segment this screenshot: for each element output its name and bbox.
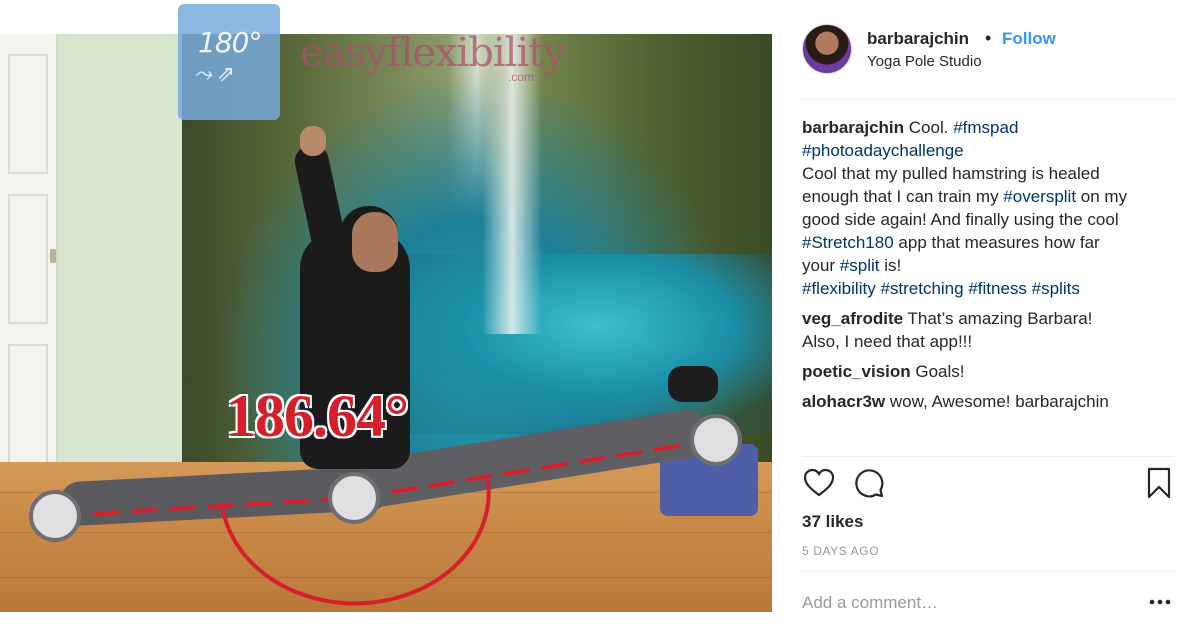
hashtag-link[interactable]: #stretching: [880, 279, 963, 298]
likes-count[interactable]: 37 likes: [802, 512, 863, 532]
divider: [802, 456, 1174, 457]
logo-text: 180°: [198, 26, 262, 59]
measure-point-left: [29, 490, 81, 542]
hashtag-link[interactable]: #split: [840, 256, 880, 275]
caption-line: good side again! And finally using the c…: [802, 208, 1182, 231]
comment-text: That’s amazing Barbara!: [907, 309, 1093, 328]
follow-button[interactable]: Follow: [1002, 29, 1056, 49]
measure-point-center: [328, 472, 380, 524]
comment-line: poetic_vision Goals!: [802, 360, 1182, 383]
divider: [802, 99, 1174, 100]
caption-line: barbarajchin Cool. #fmspad: [802, 116, 1182, 139]
caption-line: your #split is!: [802, 254, 1182, 277]
hashtag-link[interactable]: #splits: [1032, 279, 1080, 298]
hashtag-link[interactable]: #photoadaychallenge: [802, 141, 964, 160]
comment-item: veg_afrodite That’s amazing Barbara! Also…: [802, 307, 1182, 353]
caption-text: Cool.: [908, 118, 954, 137]
more-options-icon[interactable]: [1148, 592, 1172, 612]
caption-line: #photoadaychallenge: [802, 139, 1182, 162]
add-comment-input[interactable]: [802, 590, 1132, 616]
heart-icon[interactable]: [802, 466, 836, 500]
caption-text: your: [802, 256, 840, 275]
caption-text: Cool that my pulled hamstring is healed: [802, 164, 1100, 183]
post-sidebar: barbarajchin • Follow Yoga Pole Studio b…: [772, 0, 1200, 638]
caption-text: is!: [879, 256, 902, 275]
caption-line: Cool that my pulled hamstring is healed: [802, 162, 1182, 185]
comment-line: veg_afrodite That’s amazing Barbara!: [802, 307, 1182, 330]
angle-lines: [55, 438, 717, 606]
comment-icon[interactable]: [852, 466, 886, 500]
post-date[interactable]: 5 DAYS AGO: [802, 544, 879, 558]
comment-text: Goals!: [915, 362, 965, 381]
post-photo[interactable]: 186.64° 180° ⤳ ⇗ easyflexibility .com: [0, 0, 772, 638]
hashtag-link[interactable]: #fitness: [968, 279, 1027, 298]
comment-item: alohacr3w wow, Awesome! barbarajchin: [802, 390, 1182, 413]
stretch180-logo: 180° ⤳ ⇗: [178, 4, 280, 120]
caption-text: enough that I can train my: [802, 187, 1004, 206]
comment-line: alohacr3w wow, Awesome! barbarajchin: [802, 390, 1182, 413]
location-link[interactable]: Yoga Pole Studio: [867, 53, 982, 70]
hashtag-link[interactable]: #oversplit: [1003, 187, 1076, 206]
comment-text: wow, Awesome! barbarajchin: [889, 392, 1109, 411]
angle-readout: 186.64°: [226, 383, 409, 449]
comment-author[interactable]: alohacr3w: [802, 392, 885, 411]
avatar[interactable]: [802, 24, 852, 74]
logo-arrows-icon: ⤳ ⇗: [194, 62, 235, 87]
angle-line-back: [353, 438, 717, 500]
comment-item: poetic_vision Goals!: [802, 360, 1182, 383]
measurement-overlay: 186.64° 180° ⤳ ⇗ easyflexibility .com: [0, 0, 772, 638]
angle-line-front: [55, 496, 355, 518]
bookmark-icon[interactable]: [1142, 466, 1176, 500]
caption-line: #Stretch180 app that measures how far: [802, 231, 1182, 254]
caption-text: app that measures how far: [893, 233, 1100, 252]
caption-line: #flexibility #stretching #fitness #split…: [802, 277, 1182, 300]
measure-point-right: [690, 414, 742, 466]
brand-watermark-suffix: .com: [508, 70, 535, 84]
caption-line: enough that I can train my #oversplit on…: [802, 185, 1182, 208]
comment-author[interactable]: veg_afrodite: [802, 309, 903, 328]
comment-text: Also, I need that app!!!: [802, 332, 973, 351]
caption: barbarajchin Cool. #fmspad #photoadaychal…: [802, 116, 1182, 300]
action-bar: [802, 466, 1174, 506]
post-header: barbarajchin • Follow Yoga Pole Studio: [802, 24, 1172, 80]
comment-line: Also, I need that app!!!: [802, 330, 1182, 353]
caption-text: on my: [1076, 187, 1128, 206]
hashtag-link[interactable]: #Stretch180: [802, 233, 894, 252]
hashtag-link[interactable]: #flexibility: [802, 279, 876, 298]
comment-author[interactable]: barbarajchin: [802, 118, 904, 137]
separator-dot: •: [985, 28, 992, 48]
hashtag-link[interactable]: #fmspad: [953, 118, 1018, 137]
comment-author[interactable]: poetic_vision: [802, 362, 911, 381]
caption-text: good side again! And finally using the c…: [802, 210, 1119, 229]
comment-list: barbarajchin Cool. #fmspad #photoadaychal…: [802, 116, 1182, 420]
divider: [802, 571, 1174, 572]
author-username[interactable]: barbarajchin: [867, 29, 969, 49]
